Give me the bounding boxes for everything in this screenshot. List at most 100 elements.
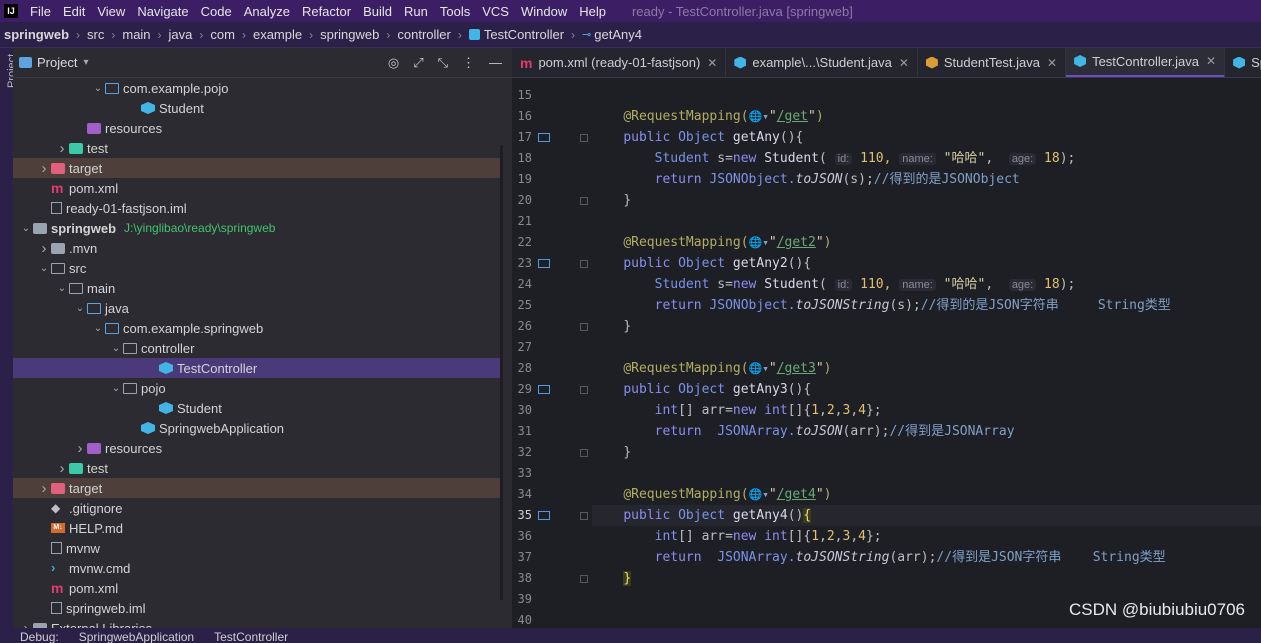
chevron-right-icon[interactable]: › [19, 620, 33, 629]
code-line[interactable]: return JSONArray.toJSON(arr);//得到是JSONAr… [592, 421, 1261, 442]
tree-item-gitignore[interactable]: ◆ .gitignore [13, 498, 501, 518]
tree-item-test[interactable]: › test [13, 138, 501, 158]
close-icon[interactable]: ✕ [707, 56, 717, 70]
chevron-down-icon[interactable]: ▾ [83, 57, 88, 68]
fold-marker-icon[interactable] [580, 323, 588, 331]
tree-scrollbar[interactable] [500, 145, 503, 600]
code-line[interactable]: } [592, 316, 1261, 337]
close-icon[interactable]: ✕ [899, 56, 909, 70]
fold-marker-icon[interactable] [580, 197, 588, 205]
tree-item-controller[interactable]: ⌄ controller [13, 338, 501, 358]
breadcrumb-src[interactable]: src [87, 27, 104, 42]
breadcrumb-example[interactable]: example [253, 27, 302, 42]
tree-item-resources[interactable]: › resources [13, 438, 501, 458]
breadcrumb-getany4[interactable]: getAny4 [594, 27, 642, 42]
code-line[interactable]: } [592, 442, 1261, 463]
menu-file[interactable]: File [24, 4, 57, 19]
chevron-down-icon[interactable]: ⌄ [91, 323, 105, 334]
panel-divider[interactable] [500, 145, 512, 600]
web-endpoint-icon[interactable] [538, 385, 550, 394]
debug-tab-springwebapplication[interactable]: SpringwebApplication [79, 628, 194, 643]
tree-item-student[interactable]: Student [13, 98, 501, 118]
menu-window[interactable]: Window [515, 4, 573, 19]
tree-item-main[interactable]: ⌄ main [13, 278, 501, 298]
code-editor[interactable]: 15 16 17 18 19 20 21 22 23 24 25 26 27 28 29 30 31 32 33 34… [512, 78, 1261, 628]
breadcrumb-controller[interactable]: controller [397, 27, 450, 42]
tab-example-student-java[interactable]: example\...\Student.java ✕ [726, 48, 918, 77]
menu-navigate[interactable]: Navigate [131, 4, 194, 19]
tree-item-test[interactable]: › test [13, 458, 501, 478]
code-line[interactable]: public Object getAny4(){ [592, 505, 1261, 526]
code-line[interactable]: @RequestMapping(🌐▾"/get2") [592, 232, 1261, 253]
chevron-down-icon[interactable]: ⌄ [109, 383, 123, 394]
code-line[interactable] [592, 337, 1261, 358]
tree-item-pojo[interactable]: ⌄ pojo [13, 378, 501, 398]
code-line[interactable]: public Object getAny3(){ [592, 379, 1261, 400]
code-line[interactable]: Student s=new Student( id: 110, name: "哈… [592, 274, 1261, 295]
chevron-down-icon[interactable]: ⌄ [37, 263, 51, 274]
web-endpoint-icon[interactable] [538, 133, 550, 142]
tree-item-mvnw[interactable]: mvnw [13, 538, 501, 558]
breadcrumb-springweb[interactable]: springweb [4, 27, 69, 42]
tree-item-target[interactable]: › target [13, 478, 501, 498]
tree-item-resources[interactable]: resources [13, 118, 501, 138]
tab-testcontroller-java[interactable]: TestController.java ✕ [1066, 48, 1226, 77]
hide-panel-icon[interactable]: — [489, 55, 502, 71]
tab-sp[interactable]: Sp [1225, 48, 1261, 77]
tree-item-testcontroller[interactable]: TestController [13, 358, 501, 378]
chevron-right-icon[interactable]: › [37, 240, 51, 257]
menu-vcs[interactable]: VCS [476, 4, 515, 19]
code-line[interactable]: Student s=new Student( id: 110, name: "哈… [592, 148, 1261, 169]
breadcrumb-com[interactable]: com [210, 27, 235, 42]
chevron-down-icon[interactable]: ⌄ [109, 343, 123, 354]
code-line[interactable]: int[] arr=new int[]{1,2,3,4}; [592, 400, 1261, 421]
menu-help[interactable]: Help [573, 4, 612, 19]
code-line[interactable]: } [592, 568, 1261, 589]
code-line[interactable]: public Object getAny2(){ [592, 253, 1261, 274]
code-line[interactable]: return JSONObject.toJSONString(s);//得到的是… [592, 295, 1261, 316]
tree-item-help-md[interactable]: M↓ HELP.md [13, 518, 501, 538]
tree-item-external-libraries[interactable]: › External Libraries [13, 618, 501, 628]
chevron-right-icon[interactable]: › [55, 140, 69, 157]
chevron-down-icon[interactable]: ⌄ [73, 303, 87, 314]
tree-item-pom-xml[interactable]: m pom.xml [13, 178, 501, 198]
locate-icon[interactable]: ◎ [388, 55, 399, 71]
tree-item-ready-01-fastjson-iml[interactable]: ready-01-fastjson.iml [13, 198, 501, 218]
chevron-right-icon[interactable]: › [37, 480, 51, 497]
tree-item-springwebapplication[interactable]: SpringwebApplication [13, 418, 501, 438]
code-line[interactable]: @RequestMapping(🌐▾"/get3") [592, 358, 1261, 379]
code-line[interactable] [592, 463, 1261, 484]
fold-marker-icon[interactable] [580, 575, 588, 583]
collapse-all-icon[interactable]: ⤡ [438, 55, 448, 71]
project-view-selector[interactable]: Project [37, 55, 77, 70]
menu-run[interactable]: Run [398, 4, 434, 19]
web-endpoint-icon[interactable] [538, 259, 550, 268]
fold-marker-icon[interactable] [580, 134, 588, 142]
chevron-down-icon[interactable]: ⌄ [55, 283, 69, 294]
tree-item-com-example-pojo[interactable]: ⌄ com.example.pojo [13, 78, 501, 98]
web-endpoint-icon[interactable] [538, 511, 550, 520]
chevron-right-icon[interactable]: › [73, 440, 87, 457]
tree-item-target[interactable]: › target [13, 158, 501, 178]
tree-item-mvn[interactable]: › .mvn [13, 238, 501, 258]
menu-view[interactable]: View [91, 4, 131, 19]
code-line[interactable]: @RequestMapping(🌐▾"/get4") [592, 484, 1261, 505]
menu-code[interactable]: Code [195, 4, 238, 19]
fold-marker-icon[interactable] [580, 512, 588, 520]
tab-studenttest-java[interactable]: StudentTest.java ✕ [918, 48, 1067, 77]
breadcrumb-springweb[interactable]: springweb [320, 27, 379, 42]
breadcrumb-testcontroller[interactable]: TestController [484, 27, 564, 42]
breadcrumb-main[interactable]: main [122, 27, 150, 42]
code-line[interactable]: return JSONArray.toJSONString(arr);//得到是… [592, 547, 1261, 568]
menu-edit[interactable]: Edit [57, 4, 91, 19]
tree-item-mvnw-cmd[interactable]: › mvnw.cmd [13, 558, 501, 578]
debug-tab-testcontroller[interactable]: TestController [214, 628, 288, 643]
chevron-right-icon[interactable]: › [37, 160, 51, 177]
tree-item-pom-xml[interactable]: m pom.xml [13, 578, 501, 598]
menu-tools[interactable]: Tools [434, 4, 476, 19]
expand-all-icon[interactable]: ⤢ [413, 55, 423, 71]
tree-item-com-example-springweb[interactable]: ⌄ com.example.springweb [13, 318, 501, 338]
fold-marker-icon[interactable] [580, 386, 588, 394]
tree-item-src[interactable]: ⌄ src [13, 258, 501, 278]
menu-analyze[interactable]: Analyze [238, 4, 296, 19]
